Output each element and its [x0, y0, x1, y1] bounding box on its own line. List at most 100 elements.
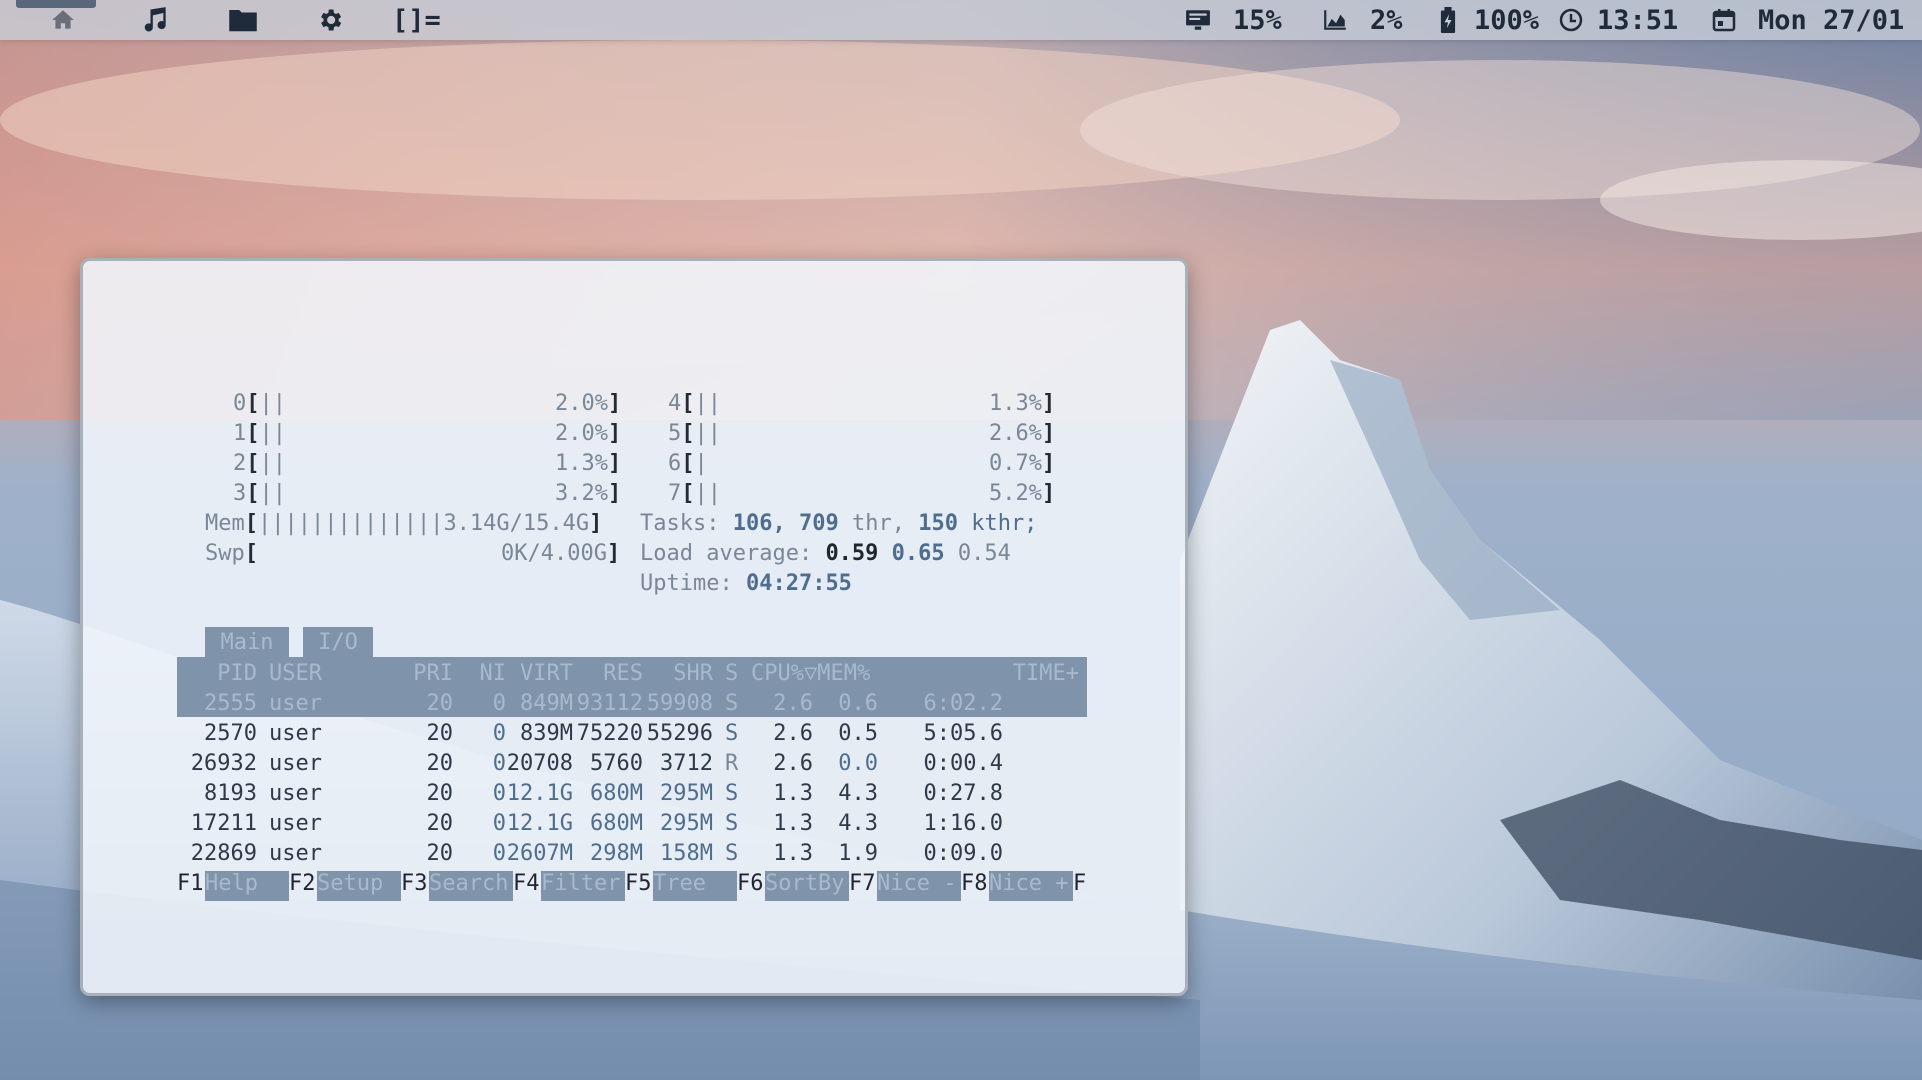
fkey-search[interactable]: F3 Search: [401, 871, 513, 901]
cell-cpu: 1.3: [773, 811, 813, 836]
battery-status: 100%: [1440, 0, 1539, 40]
cell-state: S: [725, 811, 739, 836]
tasks-summary: Tasks: 106, 709 thr, 150 kthr;: [640, 511, 1038, 536]
swap-meter: Swp[: [205, 541, 258, 566]
tab-io[interactable]: I/O: [303, 627, 373, 657]
cell-cpu: 2.6: [773, 721, 813, 746]
cell-user: user: [269, 721, 322, 746]
cpu-meter: 2[||: [233, 451, 286, 476]
cell-virt: 20708: [506, 751, 573, 776]
cell-mem: 4.3: [838, 781, 878, 806]
cell-ni: 0: [492, 721, 506, 746]
fkey-nice-plus[interactable]: F8 Nice +: [961, 871, 1073, 901]
battery-level: 100%: [1474, 4, 1540, 36]
cell-user: user: [269, 841, 322, 866]
fkey-setup[interactable]: F2 Setup: [289, 871, 401, 901]
swap-meter-value: 0K/4.00G]: [501, 541, 621, 566]
col-shr[interactable]: SHR: [643, 661, 713, 686]
mem-meter: Mem[||||||||||||||3.14G/15.4G]: [205, 511, 603, 536]
col-user[interactable]: USER: [269, 661, 322, 686]
col-time[interactable]: TIME+: [919, 661, 1079, 686]
cell-ni: 0: [492, 691, 506, 716]
terminal-window-htop[interactable]: 0[|| 2.0%] 1[|| 2.0%] 2[|| 1.3%] 3[|| 3.…: [80, 258, 1188, 996]
fkey-sortby[interactable]: F6 SortBy: [737, 871, 849, 901]
col-pri[interactable]: PRI: [413, 661, 453, 686]
layout-indicator-label: []=: [392, 4, 441, 36]
cell-res: 93112: [576, 691, 643, 716]
home-icon: [52, 10, 74, 29]
cpu-meter: 0[||: [233, 391, 286, 416]
col-cpu-mem[interactable]: CPU%▽MEM%: [751, 661, 870, 686]
cell-virt: 849M: [520, 691, 573, 716]
cpu-meter: 4[||: [668, 391, 721, 416]
cell-time: 5:05.6: [923, 721, 1003, 746]
cell-res: 680M: [590, 781, 643, 806]
cell-user: user: [269, 781, 322, 806]
cell-virt: 12.1G: [506, 811, 573, 836]
cpu-meter-value: 5.2%]: [989, 481, 1056, 506]
cell-pri: 20: [426, 841, 454, 866]
workspace-music[interactable]: [140, 0, 168, 40]
cell-pid: 2570: [204, 721, 257, 746]
cell-pri: 20: [426, 781, 454, 806]
cpu-meter-value: 2.0%]: [555, 391, 622, 416]
layout-indicator[interactable]: []=: [392, 0, 441, 40]
monitor-icon: [1186, 10, 1210, 30]
cell-shr: 158M: [660, 841, 713, 866]
fkey-filter[interactable]: F4 Filter: [513, 871, 625, 901]
cell-cpu: 1.3: [773, 781, 813, 806]
cell-res: 298M: [590, 841, 643, 866]
fkey-tree[interactable]: F5 Tree: [625, 871, 737, 901]
workspace-home[interactable]: [50, 0, 76, 40]
cell-cpu: 2.6: [773, 751, 813, 776]
workspace-files[interactable]: [228, 0, 258, 40]
col-virt[interactable]: VIRT: [503, 661, 573, 686]
workspace-settings[interactable]: [316, 0, 344, 40]
cell-shr: 55296: [646, 721, 713, 746]
cell-pri: 20: [426, 811, 454, 836]
cell-pid: 8193: [204, 781, 257, 806]
cell-virt: 12.1G: [506, 781, 573, 806]
cpu-meter-value: 0.7%]: [989, 451, 1056, 476]
cpu-meter-value: 2.6%]: [989, 421, 1056, 446]
date[interactable]: Mon 27/01: [1712, 0, 1904, 40]
col-state[interactable]: S: [725, 661, 738, 686]
cell-user: user: [269, 691, 322, 716]
cell-virt: 839M: [520, 721, 573, 746]
cell-mem: 4.3: [838, 811, 878, 836]
cpu-meter-value: 2.0%]: [555, 421, 622, 446]
clock-icon: [1559, 8, 1583, 32]
tab-main-label: Main: [220, 629, 274, 655]
col-pid[interactable]: PID: [177, 661, 257, 686]
col-res[interactable]: RES: [573, 661, 643, 686]
fkey-help[interactable]: F1 Help: [177, 871, 289, 901]
cell-res: 5760: [590, 751, 643, 776]
cell-state: S: [725, 781, 739, 806]
battery-icon: [1440, 7, 1456, 33]
cpu-meter: 7[||: [668, 481, 721, 506]
cell-pid: 17211: [190, 811, 257, 836]
clock[interactable]: 13:51: [1559, 0, 1678, 40]
cell-time: 0:27.8: [923, 781, 1003, 806]
cpu-status: 15%: [1185, 0, 1282, 40]
cell-pid: 22869: [190, 841, 257, 866]
col-ni[interactable]: NI: [466, 661, 507, 686]
cpu-meter-value: 1.3%]: [555, 451, 622, 476]
cell-ni: 0: [492, 811, 506, 836]
cell-state: S: [725, 721, 739, 746]
cell-mem: 1.9: [838, 841, 878, 866]
folder-icon: [229, 10, 257, 32]
cell-ni: 0: [492, 841, 506, 866]
cell-pri: 20: [426, 751, 454, 776]
cell-pid: 2555: [204, 691, 257, 716]
cell-res: 75220: [576, 721, 643, 746]
cell-pri: 20: [426, 721, 454, 746]
fkey-truncated[interactable]: F: [1073, 871, 1093, 901]
cpu-meter: 6[|: [668, 451, 708, 476]
fkey-nice-minus[interactable]: F7 Nice -: [849, 871, 961, 901]
cell-time: 0:00.4: [923, 751, 1003, 776]
tab-main[interactable]: Main: [205, 627, 289, 657]
cell-mem: 0.6: [838, 691, 878, 716]
cell-shr: 295M: [660, 811, 713, 836]
cell-user: user: [269, 811, 322, 836]
